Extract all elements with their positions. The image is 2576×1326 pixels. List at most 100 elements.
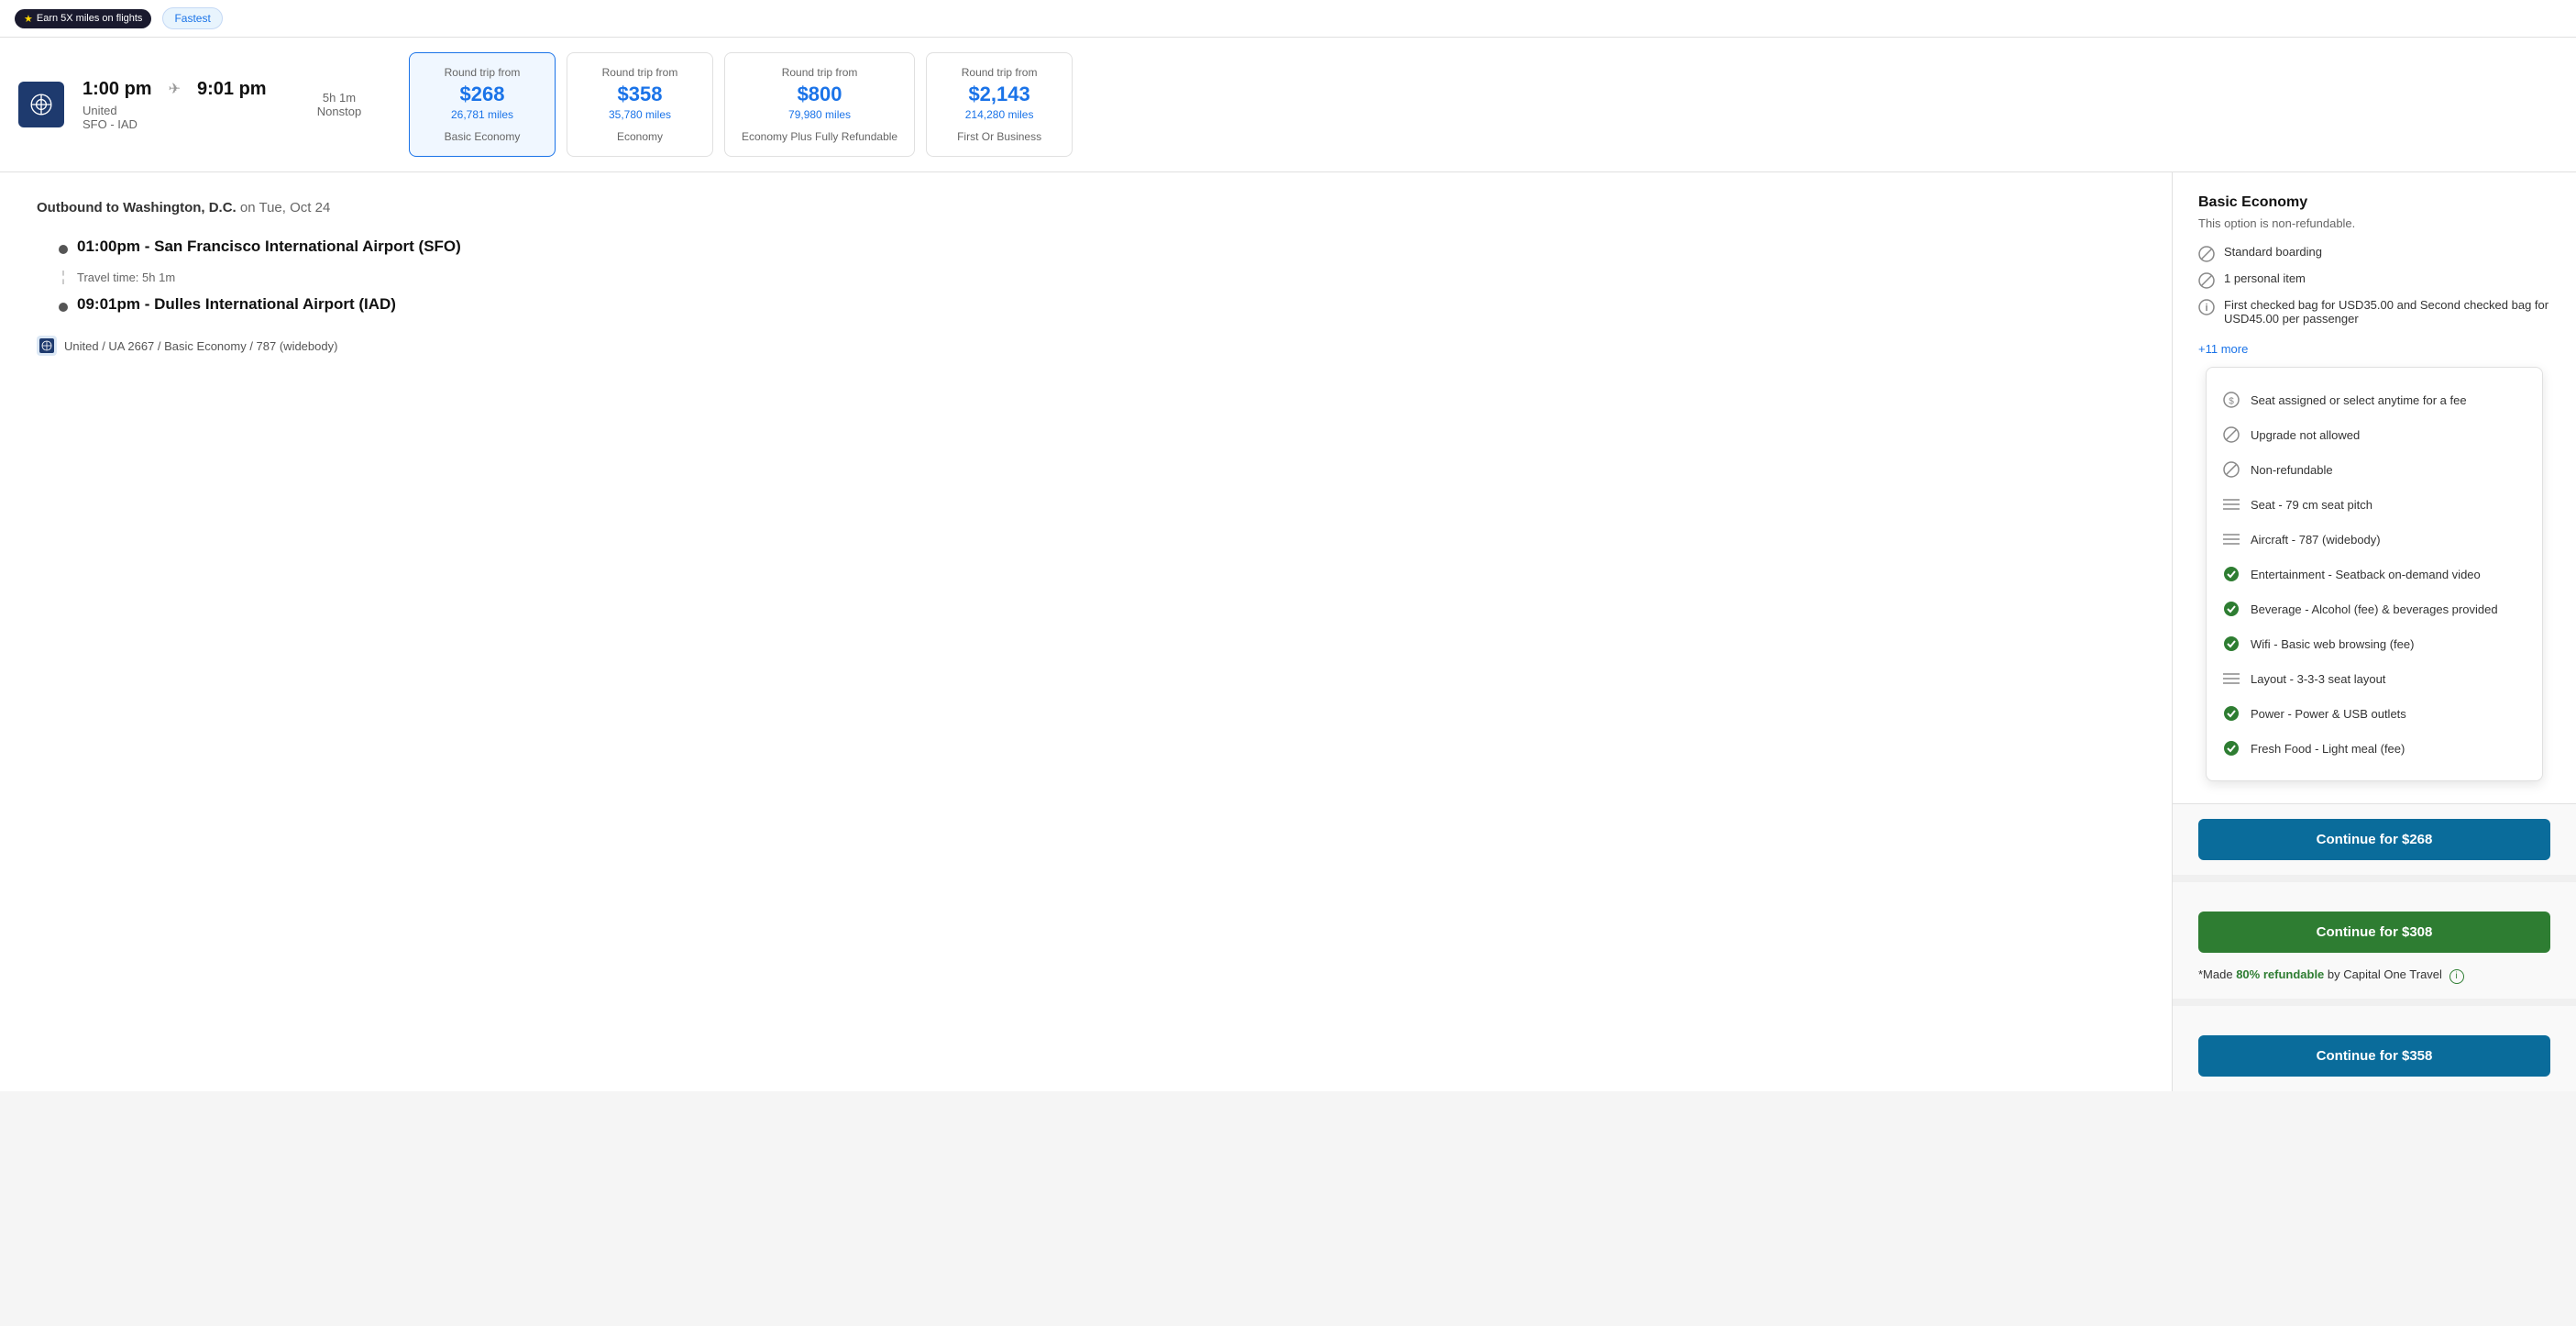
feature-baggage: i First checked bag for USD35.00 and Sec… (2198, 298, 2550, 326)
exp-text-9: Power - Power & USB outlets (2251, 707, 2406, 721)
feature-personal-item: 1 personal item (2198, 271, 2550, 289)
outbound-dest: Outbound to Washington, D.C. (37, 200, 237, 215)
feature-list: Standard boarding 1 personal item i Firs… (2198, 245, 2550, 326)
depart-airport: 01:00pm - San Francisco International Ai… (77, 238, 2135, 256)
exp-item-9: Power - Power & USB outlets (2221, 696, 2527, 731)
refundable-prefix: *Made (2198, 967, 2233, 981)
exp-item-6: Beverage - Alcohol (fee) & beverages pro… (2221, 591, 2527, 626)
fare-price-2: $800 (798, 83, 842, 106)
airline-info: United SFO - IAD (83, 104, 284, 131)
arrive-item: 09:01pm - Dulles International Airport (… (59, 295, 2135, 314)
exp-text-10: Fresh Food - Light meal (fee) (2251, 742, 2405, 756)
fare-card-economy-plus[interactable]: Round trip from $800 79,980 miles Econom… (724, 52, 915, 157)
exp-text-0: Seat assigned or select anytime for a fe… (2251, 393, 2467, 407)
continue-economy-button[interactable]: Continue for $308 (2198, 912, 2550, 953)
section-divider-2 (2173, 999, 2576, 1006)
fare-price-0: $268 (460, 83, 505, 106)
fare-type-1: Economy (617, 130, 663, 143)
exp-item-0: $ Seat assigned or select anytime for a … (2221, 382, 2527, 417)
fare-price-1: $358 (618, 83, 663, 106)
earn-badge: ★ Earn 5X miles on flights (15, 9, 151, 28)
flight-row: 1:00 pm ✈ 9:01 pm United SFO - IAD 5h 1m… (0, 38, 2576, 172)
exp-text-4: Aircraft - 787 (widebody) (2251, 533, 2381, 547)
depart-dot (59, 245, 68, 254)
depart-airport-name: San Francisco International Airport (SFO… (154, 238, 461, 255)
depart-time-full: 01:00pm (77, 238, 140, 255)
check-icon-2 (2221, 599, 2241, 619)
check-icon-3 (2221, 634, 2241, 654)
stop-type: Nonstop (317, 105, 361, 118)
airline-logo (18, 82, 64, 127)
feature-text-1: 1 personal item (2224, 271, 2306, 285)
info-icon: i (2198, 299, 2215, 315)
section-divider-1 (2173, 875, 2576, 882)
fare-card-first-business[interactable]: Round trip from $2,143 214,280 miles Fir… (926, 52, 1073, 157)
fastest-label: Fastest (174, 12, 210, 25)
exp-item-2: Non-refundable (2221, 452, 2527, 487)
continue-economy2-button[interactable]: Continue for $358 (2198, 1035, 2550, 1077)
lines-icon-2 (2221, 529, 2241, 549)
continue-basic-economy-button[interactable]: Continue for $268 (2198, 819, 2550, 860)
right-panel: Basic Economy This option is non-refunda… (2173, 172, 2576, 1091)
refundable-highlight: 80% refundable (2236, 967, 2324, 981)
fare-miles-0: 26,781 miles (451, 108, 513, 121)
arrive-airport: 09:01pm - Dulles International Airport (… (77, 295, 2135, 314)
fare-cards: Round trip from $268 26,781 miles Basic … (403, 52, 2558, 157)
top-bar: ★ Earn 5X miles on flights Fastest (0, 0, 2576, 38)
arrive-airport-name: Dulles International Airport (IAD) (154, 295, 396, 313)
no-icon-2 (2221, 459, 2241, 480)
feature-text-0: Standard boarding (2224, 245, 2322, 259)
selected-fare-title: Basic Economy (2198, 194, 2550, 211)
duration: 5h 1m (323, 91, 356, 105)
exp-item-10: Fresh Food - Light meal (fee) (2221, 731, 2527, 766)
fare-label-0: Round trip from (445, 66, 521, 79)
timeline-dashed (62, 271, 64, 284)
route: SFO - IAD (83, 117, 138, 131)
exp-text-1: Upgrade not allowed (2251, 428, 2360, 442)
block-icon-1 (2198, 246, 2215, 262)
fare-card-economy[interactable]: Round trip from $358 35,780 miles Econom… (567, 52, 713, 157)
more-link[interactable]: +11 more (2198, 342, 2248, 356)
block-icon-2 (2198, 272, 2215, 289)
exp-item-8: Layout - 3-3-3 seat layout (2221, 661, 2527, 696)
airline-name: United (83, 104, 117, 117)
travel-time: Travel time: 5h 1m (59, 271, 2135, 284)
refundable-info-icon[interactable]: i (2449, 969, 2464, 984)
fare-card-basic-economy[interactable]: Round trip from $268 26,781 miles Basic … (409, 52, 556, 157)
check-icon-1 (2221, 564, 2241, 584)
lines-icon-3 (2221, 669, 2241, 689)
fare-label-2: Round trip from (782, 66, 858, 79)
exp-text-7: Wifi - Basic web browsing (fee) (2251, 637, 2414, 651)
flight-info: United / UA 2667 / Basic Economy / 787 (… (64, 339, 337, 353)
flight-details-line: United / UA 2667 / Basic Economy / 787 (… (37, 336, 2135, 356)
exp-item-3: Seat - 79 cm seat pitch (2221, 487, 2527, 522)
economy2-section: Continue for $358 (2173, 1006, 2576, 1077)
svg-text:i: i (2205, 303, 2207, 314)
refundable-suffix: by Capital One Travel (2328, 967, 2442, 981)
svg-text:$: $ (2229, 397, 2234, 407)
flight-duration: 5h 1m Nonstop (303, 91, 376, 118)
exp-text-8: Layout - 3-3-3 seat layout (2251, 672, 2385, 686)
earn-label: Earn 5X miles on flights (37, 13, 143, 24)
arrive-time: 9:01 pm (197, 79, 267, 100)
selected-fare-subtitle: This option is non-refundable. (2198, 216, 2550, 230)
economy-section: Continue for $308 *Made 80% refundable b… (2173, 882, 2576, 984)
exp-item-4: Aircraft - 787 (widebody) (2221, 522, 2527, 557)
fare-miles-1: 35,780 miles (609, 108, 671, 121)
depart-item: 01:00pm - San Francisco International Ai… (59, 238, 2135, 256)
refundable-note: *Made 80% refundable by Capital One Trav… (2198, 967, 2550, 984)
exp-item-5: Entertainment - Seatback on-demand video (2221, 557, 2527, 591)
exp-text-5: Entertainment - Seatback on-demand video (2251, 568, 2481, 581)
fare-type-2: Economy Plus Fully Refundable (742, 130, 897, 143)
check-icon-5 (2221, 738, 2241, 758)
feature-text-2: First checked bag for USD35.00 and Secon… (2224, 298, 2550, 326)
left-panel: Outbound to Washington, D.C. on Tue, Oct… (0, 172, 2173, 1091)
fare-label-3: Round trip from (962, 66, 1038, 79)
travel-time-label: Travel time: 5h 1m (77, 271, 175, 284)
outbound-title: Outbound to Washington, D.C. on Tue, Oct… (37, 200, 2135, 215)
fastest-badge: Fastest (162, 7, 222, 29)
star-icon: ★ (24, 13, 33, 25)
flight-times: 1:00 pm ✈ 9:01 pm United SFO - IAD (83, 79, 284, 131)
fare-miles-3: 214,280 miles (965, 108, 1034, 121)
arrive-time-full: 09:01pm (77, 295, 140, 313)
